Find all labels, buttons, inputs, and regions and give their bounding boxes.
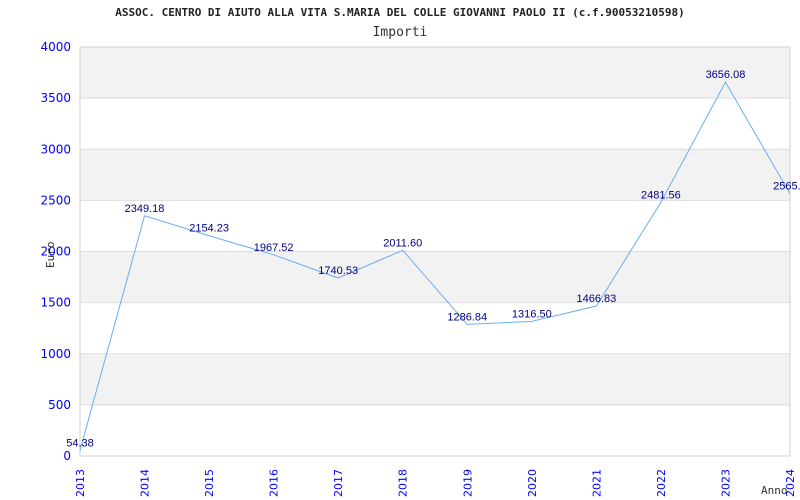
y-tick-label: 1000 [40, 347, 71, 361]
data-label: 1286.84 [447, 311, 487, 323]
y-tick-label: 3000 [40, 142, 71, 156]
data-label: 3656.08 [706, 69, 746, 81]
x-tick-label: 2021 [590, 469, 603, 497]
data-label: 2481.56 [641, 189, 681, 201]
grid-band [80, 47, 790, 99]
grid-band [80, 149, 790, 201]
data-label: 1740.53 [318, 265, 358, 277]
y-tick-label: 2500 [40, 193, 71, 207]
data-label: 54.38 [66, 437, 94, 449]
grid-band [80, 353, 790, 405]
y-tick-label: 4000 [40, 40, 71, 54]
x-tick-label: 2017 [332, 469, 345, 497]
x-tick-label: 2022 [655, 469, 668, 497]
y-tick-label: 1500 [40, 296, 71, 310]
y-tick-label: 3500 [40, 91, 71, 105]
x-axis-label: Anno [761, 484, 788, 497]
line-chart: 050010001500200025003000350040002013 2014… [40, 40, 800, 497]
x-tick-label: 2020 [526, 469, 539, 497]
x-tick-label: 2018 [397, 469, 410, 497]
y-axis-label: Euro [44, 242, 57, 269]
x-tick-label: 2015 [203, 469, 216, 497]
data-label: 2011.60 [383, 237, 422, 249]
x-tick-label: 2014 [139, 469, 152, 497]
y-tick-label: 0 [63, 449, 71, 463]
x-tick-label: 2019 [461, 469, 474, 497]
data-label: 1466.83 [576, 293, 616, 305]
x-tick-label: 2023 [719, 469, 732, 497]
data-label: 2349.18 [125, 203, 165, 215]
x-tick-label: 2016 [268, 469, 281, 497]
data-label: 1967.52 [254, 242, 294, 254]
grid-band [80, 251, 790, 303]
data-label: 2565.3 [773, 181, 800, 193]
x-tick-label: 2013 [74, 469, 87, 497]
data-label: 2154.23 [189, 223, 229, 235]
y-tick-label: 500 [48, 398, 71, 412]
data-label: 1316.50 [512, 308, 552, 320]
